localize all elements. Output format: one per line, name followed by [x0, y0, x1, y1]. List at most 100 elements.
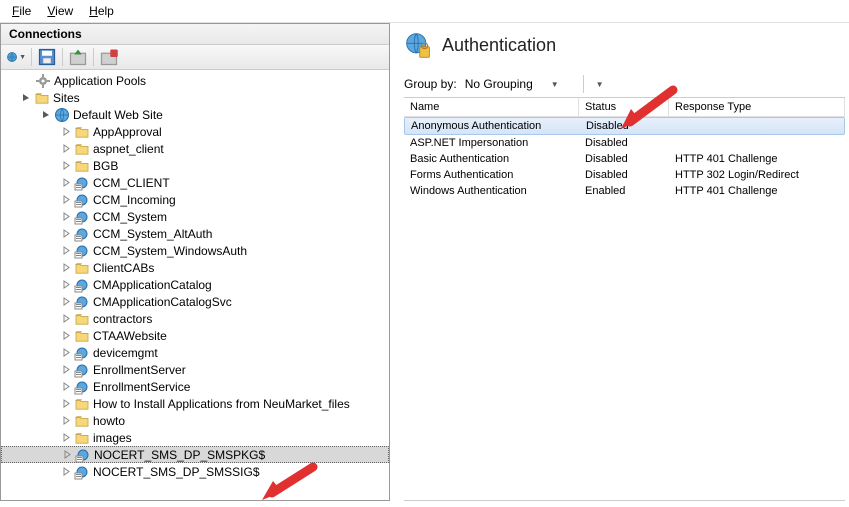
- connections-tree[interactable]: Application PoolsSitesDefault Web SiteAp…: [1, 70, 389, 500]
- tree-expand-icon[interactable]: [62, 449, 73, 460]
- groupby-row: Group by: No Grouping ▼ ▼: [404, 75, 845, 93]
- app-icon: [74, 175, 90, 191]
- tree-expand-icon[interactable]: [61, 398, 72, 409]
- tree-item[interactable]: NOCERT_SMS_DP_SMSSIG$: [1, 463, 389, 480]
- app-icon: [74, 464, 90, 480]
- tree-item[interactable]: CTAAWebsite: [1, 327, 389, 344]
- column-name[interactable]: Name: [404, 98, 579, 117]
- app-icon: [74, 209, 90, 225]
- list-row[interactable]: Forms AuthenticationDisabledHTTP 302 Log…: [404, 167, 845, 183]
- tree-collapse-icon[interactable]: [41, 109, 52, 120]
- tree-item[interactable]: CCM_System_AltAuth: [1, 225, 389, 242]
- menu-bar: File View Help: [0, 0, 849, 23]
- tree-item[interactable]: CCM_System_WindowsAuth: [1, 242, 389, 259]
- groupby-label: Group by:: [404, 77, 457, 91]
- tree-item[interactable]: CMApplicationCatalog: [1, 276, 389, 293]
- app-icon: [74, 362, 90, 378]
- menu-help[interactable]: Help: [89, 4, 114, 18]
- tree-item[interactable]: BGB: [1, 157, 389, 174]
- nav-up-button[interactable]: [67, 47, 89, 67]
- folder-icon: [74, 141, 90, 157]
- tree-item[interactable]: devicemgmt: [1, 344, 389, 361]
- tree-item[interactable]: aspnet_client: [1, 140, 389, 157]
- tree-item[interactable]: contractors: [1, 310, 389, 327]
- connections-title: Connections: [1, 24, 389, 45]
- groupby-extra-dropdown[interactable]: ▼: [596, 80, 604, 89]
- tree-expand-icon[interactable]: [61, 364, 72, 375]
- folder-icon: [74, 311, 90, 327]
- groupby-select[interactable]: No Grouping ▼: [463, 76, 561, 92]
- authentication-list: Name Status Response Type Anonymous Auth…: [404, 97, 845, 501]
- globe-icon: [54, 107, 70, 123]
- tree-item[interactable]: ClientCABs: [1, 259, 389, 276]
- list-header: Name Status Response Type: [404, 98, 845, 117]
- tree-expand-icon[interactable]: [61, 279, 72, 290]
- app-icon: [74, 379, 90, 395]
- folder-icon: [74, 124, 90, 140]
- app-icon: [74, 277, 90, 293]
- tree-expand-icon[interactable]: [61, 143, 72, 154]
- tree-item-sites[interactable]: Sites: [1, 89, 389, 106]
- tree-item[interactable]: AppApproval: [1, 123, 389, 140]
- stop-button[interactable]: [98, 47, 120, 67]
- folder-icon: [74, 328, 90, 344]
- save-button[interactable]: [36, 47, 58, 67]
- authentication-icon: [404, 31, 432, 59]
- tree-expand-icon[interactable]: [61, 313, 72, 324]
- tree-expand-icon[interactable]: [61, 228, 72, 239]
- app-icon: [74, 192, 90, 208]
- folder-icon: [34, 90, 50, 106]
- menu-view[interactable]: View: [47, 4, 73, 18]
- tree-item[interactable]: CCM_CLIENT: [1, 174, 389, 191]
- tree-item[interactable]: How to Install Applications from NeuMark…: [1, 395, 389, 412]
- tree-item[interactable]: EnrollmentServer: [1, 361, 389, 378]
- column-response[interactable]: Response Type: [669, 98, 845, 117]
- tree-expand-icon[interactable]: [61, 347, 72, 358]
- tree-expand-icon[interactable]: [61, 432, 72, 443]
- app-icon: [74, 226, 90, 242]
- tree-expand-icon[interactable]: [61, 330, 72, 341]
- tree-expand-icon[interactable]: [61, 296, 72, 307]
- tree-item[interactable]: EnrollmentService: [1, 378, 389, 395]
- tree-item-app-pools[interactable]: Application Pools: [1, 72, 389, 89]
- folder-icon: [74, 413, 90, 429]
- tree-expand-icon[interactable]: [61, 177, 72, 188]
- connect-button[interactable]: ▼: [5, 47, 27, 67]
- folder-icon: [74, 158, 90, 174]
- tree-item[interactable]: images: [1, 429, 389, 446]
- menu-file[interactable]: File: [12, 4, 31, 18]
- tree-item[interactable]: CCM_System: [1, 208, 389, 225]
- tree-item[interactable]: howto: [1, 412, 389, 429]
- tree-expand-icon[interactable]: [61, 211, 72, 222]
- content-panel: Authentication Group by: No Grouping ▼ ▼…: [390, 23, 849, 501]
- folder-icon: [74, 430, 90, 446]
- tree-collapse-icon[interactable]: [21, 92, 32, 103]
- gear-icon: [35, 73, 51, 89]
- tree-expand-icon[interactable]: [61, 466, 72, 477]
- column-status[interactable]: Status: [579, 98, 669, 117]
- tree-item[interactable]: CMApplicationCatalogSvc: [1, 293, 389, 310]
- app-icon: [75, 447, 91, 463]
- page-title: Authentication: [442, 35, 556, 56]
- connections-toolbar: ▼: [1, 45, 389, 70]
- tree-expand-icon[interactable]: [61, 245, 72, 256]
- tree-expand-icon[interactable]: [61, 160, 72, 171]
- tree-expand-icon[interactable]: [61, 381, 72, 392]
- folder-icon: [74, 396, 90, 412]
- app-icon: [74, 243, 90, 259]
- tree-item[interactable]: NOCERT_SMS_DP_SMSPKG$: [1, 446, 389, 463]
- tree-item-default-site[interactable]: Default Web Site: [1, 106, 389, 123]
- list-row[interactable]: Anonymous AuthenticationDisabled: [404, 117, 845, 135]
- list-row[interactable]: ASP.NET ImpersonationDisabled: [404, 135, 845, 151]
- list-row[interactable]: Windows AuthenticationEnabledHTTP 401 Ch…: [404, 183, 845, 199]
- list-row[interactable]: Basic AuthenticationDisabledHTTP 401 Cha…: [404, 151, 845, 167]
- tree-item[interactable]: CCM_Incoming: [1, 191, 389, 208]
- app-icon: [74, 294, 90, 310]
- app-icon: [74, 345, 90, 361]
- connections-panel: Connections ▼ Application PoolsSitesDefa…: [0, 23, 390, 501]
- chevron-down-icon: ▼: [551, 80, 559, 89]
- tree-expand-icon[interactable]: [61, 126, 72, 137]
- tree-expand-icon[interactable]: [61, 194, 72, 205]
- tree-expand-icon[interactable]: [61, 262, 72, 273]
- tree-expand-icon[interactable]: [61, 415, 72, 426]
